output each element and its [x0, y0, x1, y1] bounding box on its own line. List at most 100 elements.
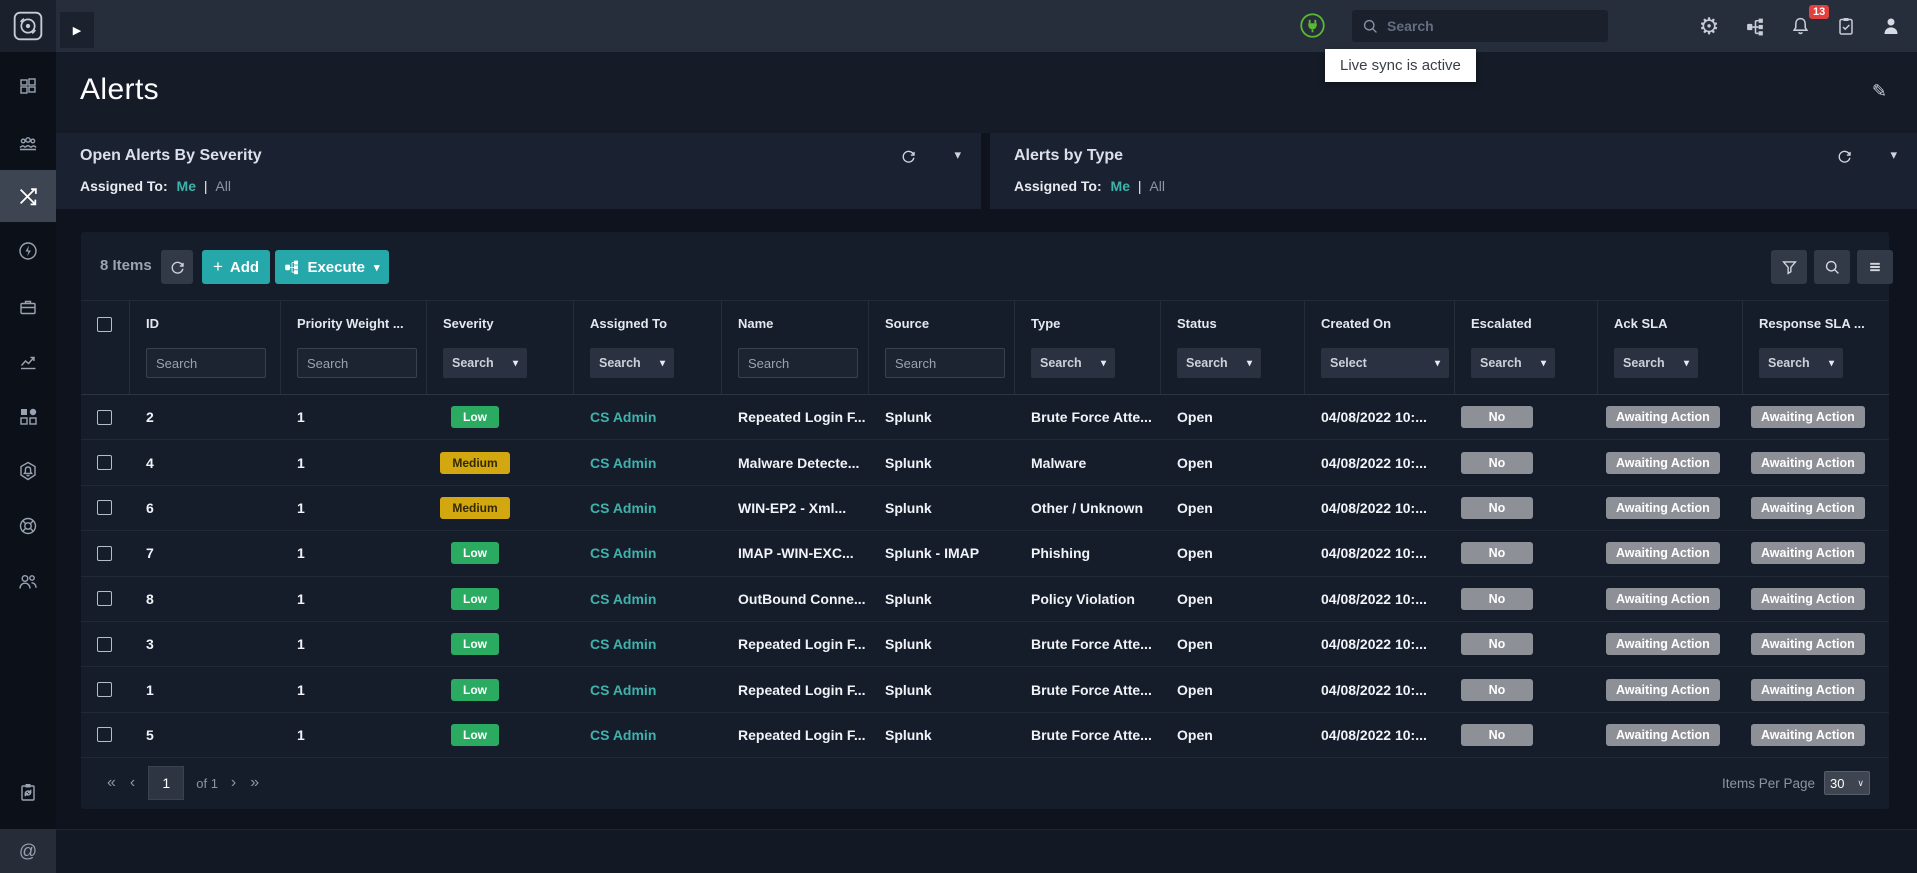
- column-header-severity[interactable]: Severity Search ▾: [427, 301, 574, 394]
- column-header-id[interactable]: ID: [130, 301, 281, 394]
- row-checkbox[interactable]: [97, 545, 112, 561]
- cell-escalated: No: [1455, 542, 1598, 565]
- execute-button[interactable]: Execute ▾: [275, 250, 389, 284]
- sidebar-item-cases[interactable]: [0, 285, 56, 329]
- table-row[interactable]: 6 1 Medium CS Admin WIN-EP2 - Xml... Splunk Ot…: [81, 486, 1889, 532]
- live-sync-indicator[interactable]: [1299, 12, 1326, 39]
- sidebar-item-apps[interactable]: [0, 394, 56, 438]
- widget-collapse-button[interactable]: ▾: [954, 147, 961, 163]
- user-menu-button[interactable]: [1878, 13, 1904, 39]
- cell-assigned-to[interactable]: CS Admin: [574, 409, 722, 425]
- search-input[interactable]: [1387, 18, 1587, 34]
- column-filter-select[interactable]: Select ▾: [1321, 348, 1449, 378]
- cell-assigned-to[interactable]: CS Admin: [574, 455, 722, 471]
- widget-refresh-button[interactable]: [1836, 148, 1853, 170]
- cell-assigned-to[interactable]: CS Admin: [574, 591, 722, 607]
- column-header-status[interactable]: Status Search ▾: [1161, 301, 1305, 394]
- widget-collapse-button[interactable]: ▾: [1890, 147, 1897, 163]
- sidebar-item-actions[interactable]: [0, 229, 56, 273]
- integrations-button[interactable]: [1742, 13, 1768, 39]
- column-header-created-on[interactable]: Created On Select ▾: [1305, 301, 1455, 394]
- sidebar-item-mentions[interactable]: @: [0, 829, 56, 873]
- table-row[interactable]: 5 1 Low CS Admin Repeated Login F... Splunk Br…: [81, 713, 1889, 759]
- sidebar-item-users[interactable]: [0, 560, 56, 604]
- widget-refresh-button[interactable]: [900, 148, 917, 170]
- cell-priority-weight: 1: [297, 545, 305, 562]
- table-row[interactable]: 4 1 Medium CS Admin Malware Detecte... Splunk…: [81, 440, 1889, 486]
- table-refresh-button[interactable]: [161, 250, 193, 284]
- assigned-all-link[interactable]: All: [215, 178, 231, 194]
- settings-button[interactable]: ⚙: [1696, 13, 1722, 39]
- column-filter-input[interactable]: [146, 348, 266, 378]
- column-filter-select[interactable]: Search ▾: [590, 348, 674, 378]
- column-filter-select[interactable]: Search ▾: [1471, 348, 1555, 378]
- sidebar-item-team[interactable]: [0, 121, 56, 165]
- row-checkbox[interactable]: [97, 455, 112, 471]
- row-checkbox[interactable]: [97, 591, 112, 607]
- assigned-me-link[interactable]: Me: [172, 178, 196, 194]
- sidebar-expand-button[interactable]: ▶: [60, 12, 94, 48]
- current-page-input[interactable]: 1: [148, 766, 185, 800]
- app-logo[interactable]: [0, 0, 56, 52]
- column-filter-input[interactable]: [738, 348, 858, 378]
- sidebar-item-dashboard[interactable]: [0, 64, 56, 108]
- table-row[interactable]: 7 1 Low CS Admin IMAP -WIN-EXC... Splunk - IM…: [81, 531, 1889, 577]
- column-header-assigned-to[interactable]: Assigned To Search ▾: [574, 301, 722, 394]
- column-header-escalated[interactable]: Escalated Search ▾: [1455, 301, 1598, 394]
- next-page-button[interactable]: ›: [231, 774, 236, 792]
- row-checkbox[interactable]: [97, 727, 112, 743]
- first-page-button[interactable]: «: [107, 774, 116, 792]
- cell-source: Splunk: [885, 499, 932, 516]
- last-page-button[interactable]: »: [250, 774, 259, 792]
- filter-button[interactable]: [1771, 250, 1807, 284]
- column-filter-select[interactable]: Search ▾: [443, 348, 527, 378]
- column-filter-input[interactable]: [297, 348, 417, 378]
- cell-created-on: 04/08/2022 10:...: [1321, 499, 1427, 516]
- cell-severity: Medium: [427, 496, 523, 519]
- column-header-type[interactable]: Type Search ▾: [1015, 301, 1161, 394]
- column-filter-select[interactable]: Search ▾: [1177, 348, 1261, 378]
- column-filter-select[interactable]: Search ▾: [1031, 348, 1115, 378]
- row-checkbox[interactable]: [97, 682, 112, 698]
- assigned-all-link[interactable]: All: [1149, 178, 1165, 194]
- cell-assigned-to[interactable]: CS Admin: [574, 636, 722, 652]
- cell-type: Brute Force Atte...: [1031, 636, 1152, 653]
- items-per-page-select[interactable]: 30 ∨: [1824, 771, 1870, 795]
- table-row[interactable]: 3 1 Low CS Admin Repeated Login F... Splunk Br…: [81, 622, 1889, 668]
- table-row[interactable]: 1 1 Low CS Admin Repeated Login F... Splunk Br…: [81, 667, 1889, 713]
- cell-assigned-to[interactable]: CS Admin: [574, 500, 722, 516]
- tasks-button[interactable]: [1833, 13, 1859, 39]
- cell-type: Malware: [1031, 454, 1087, 471]
- select-all-checkbox[interactable]: [97, 317, 112, 332]
- sidebar-item-analytics[interactable]: [0, 340, 56, 384]
- sidebar-item-web[interactable]: [0, 504, 56, 548]
- column-header-priority-weight[interactable]: Priority Weight ...: [281, 301, 427, 394]
- add-button[interactable]: + Add: [202, 250, 270, 284]
- sidebar-item-threat-intel[interactable]: [0, 449, 56, 493]
- cell-assigned-to[interactable]: CS Admin: [574, 545, 722, 561]
- edit-page-button[interactable]: ✎: [1872, 81, 1887, 102]
- sidebar-item-tasks[interactable]: [0, 770, 56, 814]
- table-row[interactable]: 8 1 Low CS Admin OutBound Conne... Splunk Poli…: [81, 577, 1889, 622]
- table-row[interactable]: 2 1 Low CS Admin Repeated Login F... Splunk Br…: [81, 395, 1889, 441]
- cell-created-on: 04/08/2022 10:...: [1321, 726, 1427, 743]
- table-search-button[interactable]: [1814, 250, 1850, 284]
- cell-assigned-to[interactable]: CS Admin: [574, 682, 722, 698]
- prev-page-button[interactable]: ‹: [130, 774, 135, 792]
- cell-type: Phishing: [1031, 545, 1091, 562]
- column-header-name[interactable]: Name: [722, 301, 869, 394]
- cell-assigned-to[interactable]: CS Admin: [574, 727, 722, 743]
- cell-response-sla: Awaiting Action: [1743, 542, 1889, 565]
- column-header-ack-sla[interactable]: Ack SLA Search ▾: [1598, 301, 1743, 394]
- column-filter-input[interactable]: [885, 348, 1005, 378]
- row-checkbox[interactable]: [97, 500, 112, 516]
- column-filter-select[interactable]: Search ▾: [1759, 348, 1843, 378]
- assigned-me-link[interactable]: Me: [1106, 178, 1130, 194]
- column-filter-select[interactable]: Search ▾: [1614, 348, 1698, 378]
- column-header-source[interactable]: Source: [869, 301, 1015, 394]
- row-checkbox[interactable]: [97, 636, 112, 652]
- sidebar-item-alerts-active[interactable]: [0, 170, 56, 222]
- column-header-response-sla[interactable]: Response SLA ... Search ▾: [1743, 301, 1889, 394]
- row-checkbox[interactable]: [97, 409, 112, 425]
- columns-menu-button[interactable]: [1857, 250, 1893, 284]
